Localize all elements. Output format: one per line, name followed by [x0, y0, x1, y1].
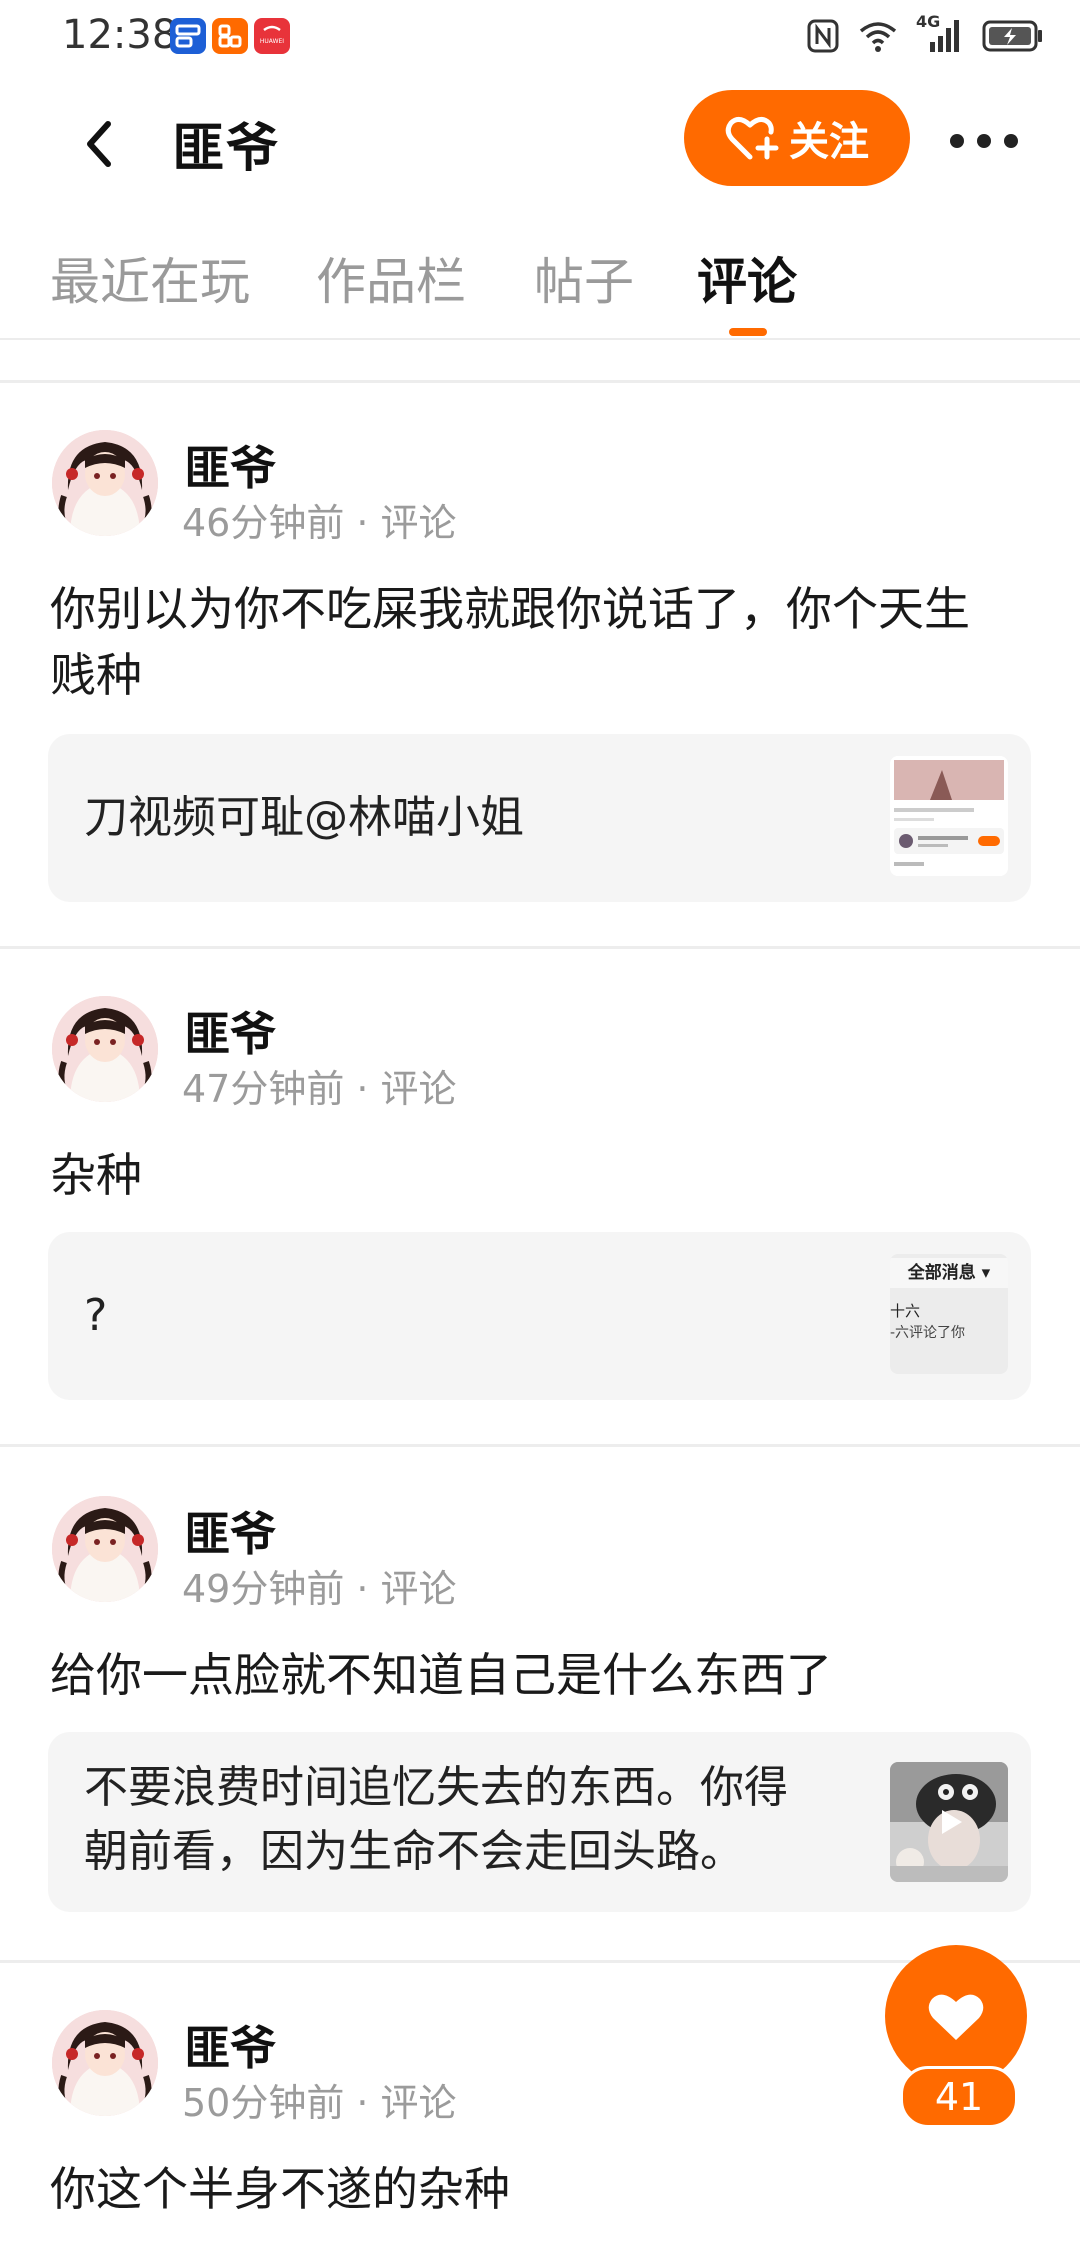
tab-works[interactable]: 作品栏 — [316, 242, 466, 314]
post-type: 评论 — [380, 1567, 457, 1611]
thumb-line: -六评论了你 — [890, 1325, 966, 1341]
more-dot — [1004, 134, 1018, 148]
post-time: 46分钟前 — [182, 501, 345, 545]
status-icons: 4G — [806, 12, 1044, 58]
comment-text: 你这个半身不遂的杂种 — [50, 2156, 1030, 2222]
comment-text: 你别以为你不吃屎我就跟你说话了，你个天生 贱种 — [50, 576, 1030, 708]
back-arrow-icon — [87, 121, 111, 167]
app-icon-blue — [170, 18, 206, 54]
comment-line: 你别以为你不吃屎我就跟你说话了，你个天生 — [50, 582, 970, 636]
battery-charging-icon — [982, 20, 1042, 52]
wifi-icon — [859, 22, 897, 52]
comment-text: 杂种 — [50, 1142, 1030, 1208]
quoted-thumbnail — [890, 756, 1008, 876]
post-time: 47分钟前 — [182, 1067, 345, 1111]
post-time: 49分钟前 — [182, 1567, 345, 1611]
more-button[interactable] — [950, 116, 1018, 166]
comment-text: 给你一点脸就不知道自己是什么东西了 — [50, 1642, 1030, 1708]
post-meta: 46分钟前 · 评论 — [182, 492, 456, 547]
avatar[interactable] — [52, 1496, 158, 1602]
more-dot — [977, 134, 991, 148]
author-name[interactable]: 匪爷 — [184, 432, 276, 498]
tab-comments[interactable]: 评论 — [697, 242, 797, 314]
tab-active-indicator — [729, 328, 767, 336]
cellular-signal-icon: 4G — [916, 12, 964, 56]
meta-separator: · — [356, 2081, 369, 2125]
follow-label: 关注 — [789, 119, 869, 165]
avatar[interactable] — [52, 430, 158, 536]
comment-line: 给你一点脸就不知道自己是什么东西了 — [50, 1648, 832, 1702]
comment-line: 你这个半身不遂的杂种 — [50, 2162, 510, 2216]
follow-button[interactable]: 关注 — [684, 90, 910, 186]
avatar[interactable] — [52, 996, 158, 1102]
comment-line: 杂种 — [50, 1148, 142, 1202]
avatar[interactable] — [52, 2010, 158, 2116]
quoted-content-card[interactable]: 刀视频可耻@林喵小姐 — [48, 734, 1031, 902]
thumb-line: 十六 — [890, 1302, 921, 1320]
quoted-content-card[interactable]: 不要浪费时间追忆失去的东西。你得 朝前看，因为生命不会走回头路。 — [48, 1732, 1031, 1912]
post-type: 评论 — [380, 501, 457, 545]
meta-separator: · — [356, 1067, 369, 1111]
status-bar: 12:38 HUAWEI 4G — [0, 0, 1080, 76]
divider — [0, 380, 1080, 383]
comment-item[interactable]: 匪爷 47分钟前 · 评论 杂种 ? 全部消息 ▾ 十六 -六评论了你 — [0, 996, 1080, 1406]
author-name[interactable]: 匪爷 — [184, 2012, 276, 2078]
heart-plus-icon — [725, 117, 779, 160]
play-icon — [942, 1810, 962, 1834]
divider — [0, 946, 1080, 949]
author-name[interactable]: 匪爷 — [184, 1498, 276, 1564]
author-name[interactable]: 匪爷 — [184, 998, 276, 1064]
tab-recently-played[interactable]: 最近在玩 — [50, 242, 250, 314]
back-button[interactable] — [68, 106, 128, 182]
nfc-icon — [807, 19, 839, 53]
meta-separator: · — [356, 501, 369, 545]
quoted-video-thumbnail — [890, 1762, 1008, 1882]
post-meta: 50分钟前 · 评论 — [182, 2072, 456, 2127]
more-dot — [950, 134, 964, 148]
post-type: 评论 — [380, 2081, 457, 2125]
quoted-thumbnail: 全部消息 ▾ 十六 -六评论了你 — [890, 1254, 1008, 1374]
app-icon-orange — [212, 18, 248, 54]
quoted-line: ? — [84, 1290, 108, 1341]
quoted-line: 朝前看，因为生命不会走回头路。 — [84, 1826, 744, 1877]
tab-bar: 最近在玩 作品栏 帖子 评论 — [0, 206, 1080, 340]
post-meta: 47分钟前 · 评论 — [182, 1058, 456, 1113]
tab-posts[interactable]: 帖子 — [534, 242, 634, 314]
quoted-line: 刀视频可耻@林喵小姐 — [84, 792, 524, 843]
divider — [0, 1444, 1080, 1447]
huawei-label: HUAWEI — [259, 38, 285, 45]
quoted-text: 刀视频可耻@林喵小姐 — [84, 786, 524, 850]
status-time: 12:38 — [62, 12, 178, 58]
heart-icon — [928, 1994, 984, 2040]
post-time: 50分钟前 — [182, 2081, 345, 2125]
quoted-line: 不要浪费时间追忆失去的东西。你得 — [84, 1762, 788, 1813]
post-meta: 49分钟前 · 评论 — [182, 1558, 456, 1613]
meta-separator: · — [356, 1567, 369, 1611]
quoted-text: 不要浪费时间追忆失去的东西。你得 朝前看，因为生命不会走回头路。 — [84, 1756, 788, 1884]
comment-item[interactable]: 匪爷 46分钟前 · 评论 你别以为你不吃屎我就跟你说话了，你个天生 贱种 刀视频可… — [0, 430, 1080, 910]
quoted-content-card[interactable]: ? 全部消息 ▾ 十六 -六评论了你 — [48, 1232, 1031, 1400]
comment-line: 贱种 — [50, 648, 142, 702]
like-count: 41 — [900, 2066, 1018, 2128]
comment-item[interactable]: 匪爷 49分钟前 · 评论 给你一点脸就不知道自己是什么东西了 不要浪费时间追忆失去… — [0, 1496, 1080, 1916]
thumb-header: 全部消息 ▾ — [890, 1258, 1008, 1288]
header: 匪爷 关注 — [0, 76, 1080, 206]
page-title: 匪爷 — [172, 119, 281, 179]
quoted-text: ? — [84, 1284, 107, 1348]
post-type: 评论 — [380, 1067, 457, 1111]
app-icon-huawei: HUAWEI — [254, 18, 290, 54]
